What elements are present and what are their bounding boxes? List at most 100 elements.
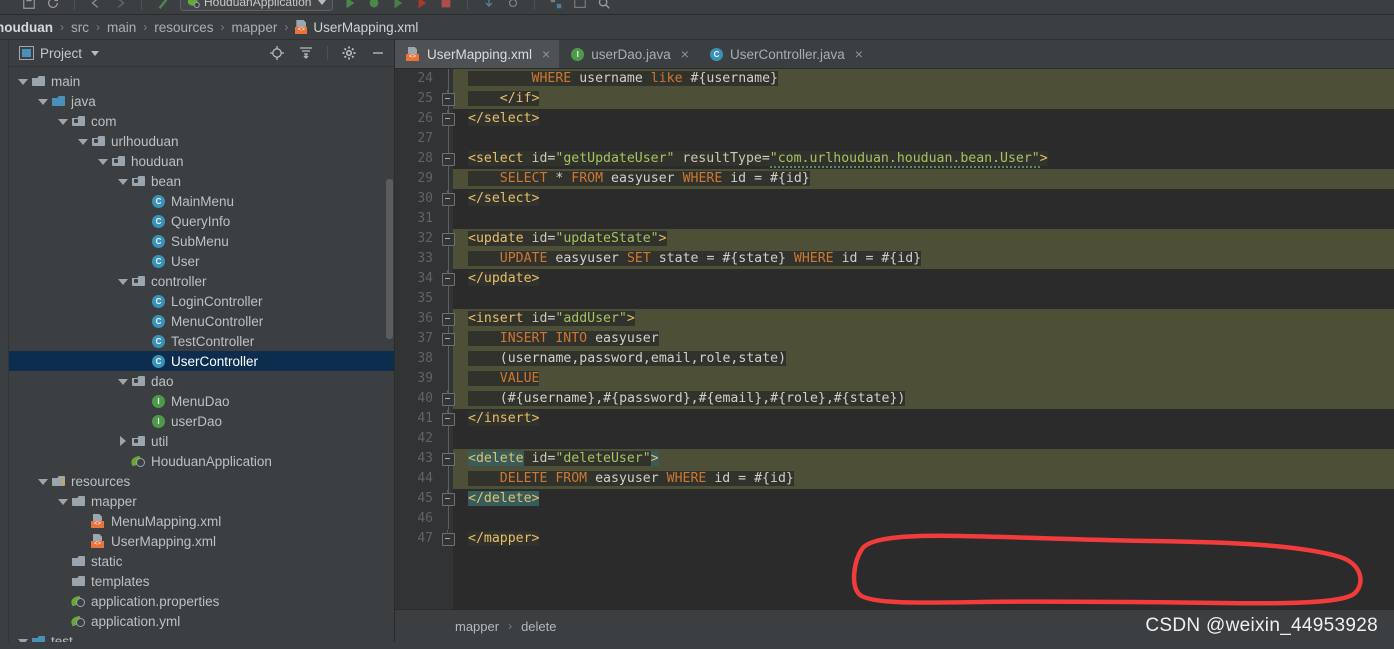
- tree-item-usermapping-xml[interactable]: <> UserMapping.xml: [9, 531, 394, 551]
- close-icon[interactable]: ×: [542, 47, 550, 61]
- settings-gear-icon[interactable]: [341, 45, 357, 61]
- debug-icon[interactable]: [367, 0, 381, 10]
- class-icon: C: [151, 254, 166, 268]
- chevron-down-icon[interactable]: [117, 276, 128, 287]
- structure-icon[interactable]: [549, 0, 563, 10]
- run-configuration-selector[interactable]: HouduanApplication: [180, 0, 334, 11]
- editor-tab-userdao-java[interactable]: IuserDao.java ×: [559, 40, 698, 68]
- tree-item-submenu[interactable]: C SubMenu: [9, 231, 394, 251]
- search-everywhere-icon[interactable]: [597, 0, 611, 10]
- tree-item-com[interactable]: com: [9, 111, 394, 131]
- chevron-down-icon[interactable]: [37, 476, 48, 487]
- chevron-down-icon[interactable]: [97, 156, 108, 167]
- fold-marker-line-43[interactable]: [442, 453, 455, 466]
- build-icon[interactable]: [156, 0, 170, 10]
- profile-icon[interactable]: [415, 0, 429, 10]
- save-icon[interactable]: [22, 0, 36, 10]
- breadcrumb-item-src[interactable]: src: [71, 20, 89, 35]
- tree-item-controller[interactable]: controller: [9, 271, 394, 291]
- vcs-update-icon[interactable]: [482, 0, 496, 10]
- chevron-down-icon[interactable]: [17, 636, 28, 642]
- close-icon[interactable]: ×: [855, 47, 863, 61]
- breadcrumb-item-mapper[interactable]: mapper: [232, 20, 278, 35]
- fold-marker-line-36[interactable]: [442, 313, 455, 326]
- tree-item-user[interactable]: C User: [9, 251, 394, 271]
- tree-item-urlhouduan[interactable]: urlhouduan: [9, 131, 394, 151]
- fold-marker-line-26[interactable]: [442, 110, 455, 126]
- terminal-icon[interactable]: [573, 0, 587, 10]
- breadcrumb-item-main[interactable]: main: [107, 20, 136, 35]
- fold-marker-line-28[interactable]: [442, 153, 455, 166]
- tree-item-main[interactable]: main: [9, 71, 394, 91]
- tree-item-usercontroller[interactable]: C UserController: [9, 351, 394, 371]
- fold-marker-line-41[interactable]: [442, 410, 455, 426]
- tree-item-houduanapplication[interactable]: HouduanApplication: [9, 451, 394, 471]
- tree-item-mapper[interactable]: mapper: [9, 491, 394, 511]
- fold-marker-line-45[interactable]: [442, 490, 455, 506]
- tree-item-label: application.properties: [91, 593, 220, 609]
- sync-icon[interactable]: [46, 0, 60, 10]
- chevron-down-icon: [318, 0, 327, 5]
- chevron-down-icon[interactable]: [57, 496, 68, 507]
- tree-item-util[interactable]: util: [9, 431, 394, 451]
- chevron-right-icon[interactable]: [117, 435, 128, 447]
- fold-marker-line-37[interactable]: [442, 333, 455, 346]
- breadcrumb-item-project[interactable]: houduan: [0, 20, 53, 35]
- collapse-all-icon[interactable]: [298, 45, 314, 61]
- tree-item-menudao[interactable]: I MenuDao: [9, 391, 394, 411]
- editor-tab-usercontroller-java[interactable]: C UserController.java ×: [698, 40, 872, 68]
- code-editor[interactable]: WHERE username like #{username} </if> </s…: [395, 69, 1394, 609]
- tree-item-logincontroller[interactable]: C LoginController: [9, 291, 394, 311]
- fold-marker-line-32[interactable]: [442, 233, 455, 246]
- project-file-tree[interactable]: main java com urlhouduan houduan bean C MainMen…: [9, 67, 394, 642]
- tree-item-templates[interactable]: templates: [9, 571, 394, 591]
- chevron-down-icon[interactable]: [117, 376, 128, 387]
- fold-marker-line-25[interactable]: [442, 90, 455, 106]
- tree-item-resources[interactable]: resources: [9, 471, 394, 491]
- breadcrumb-item-resources[interactable]: resources: [154, 20, 213, 35]
- tree-item-test[interactable]: test: [9, 631, 394, 642]
- status-breadcrumb-mapper[interactable]: mapper: [455, 619, 499, 634]
- class-icon: C: [151, 354, 166, 368]
- tree-item-application-yml[interactable]: application.yml: [9, 611, 394, 631]
- tree-item-userdao[interactable]: IuserDao: [9, 411, 394, 431]
- tree-item-application-properties[interactable]: application.properties: [9, 591, 394, 611]
- tree-item-menumapping-xml[interactable]: <> MenuMapping.xml: [9, 511, 394, 531]
- code-folding-column[interactable]: [442, 69, 456, 609]
- tree-item-menucontroller[interactable]: C MenuController: [9, 311, 394, 331]
- minimize-icon[interactable]: [370, 45, 386, 61]
- toolbar-separator-2: [141, 0, 142, 10]
- chevron-down-icon[interactable]: [37, 96, 48, 107]
- tree-item-java[interactable]: java: [9, 91, 394, 111]
- fold-marker-line-40[interactable]: [442, 390, 455, 406]
- chevron-down-icon[interactable]: [117, 176, 128, 187]
- tree-item-static[interactable]: static: [9, 551, 394, 571]
- redo-icon[interactable]: [113, 0, 127, 10]
- chevron-down-icon[interactable]: [77, 136, 88, 147]
- fold-marker-line-47[interactable]: [442, 530, 455, 546]
- class-icon: C: [151, 234, 166, 248]
- chevron-down-icon[interactable]: [57, 116, 68, 127]
- vcs-commit-icon[interactable]: [506, 0, 520, 10]
- run-coverage-icon[interactable]: [391, 0, 405, 10]
- breadcrumb-item-file[interactable]: <> UserMapping.xml: [295, 20, 418, 35]
- close-icon[interactable]: ×: [681, 47, 689, 61]
- undo-icon[interactable]: [89, 0, 103, 10]
- chevron-down-icon[interactable]: [17, 76, 28, 87]
- status-breadcrumb-delete[interactable]: delete: [521, 619, 556, 634]
- tree-item-bean[interactable]: bean: [9, 171, 394, 191]
- locate-icon[interactable]: [269, 45, 285, 61]
- fold-marker-line-34[interactable]: [442, 270, 455, 286]
- project-tree-scrollbar[interactable]: [386, 179, 393, 339]
- tree-item-mainmenu[interactable]: C MainMenu: [9, 191, 394, 211]
- stop-icon[interactable]: [439, 0, 453, 10]
- tree-item-houduan[interactable]: houduan: [9, 151, 394, 171]
- fold-marker-line-30[interactable]: [442, 190, 455, 206]
- tree-item-testcontroller[interactable]: C TestController: [9, 331, 394, 351]
- project-title-button[interactable]: Project: [19, 46, 100, 61]
- run-icon[interactable]: [343, 0, 357, 10]
- tree-item-queryinfo[interactable]: C QueryInfo: [9, 211, 394, 231]
- line-number: 44: [417, 471, 433, 486]
- editor-tab-usermapping-xml[interactable]: <> UserMapping.xml ×: [395, 40, 560, 68]
- tree-item-dao[interactable]: dao: [9, 371, 394, 391]
